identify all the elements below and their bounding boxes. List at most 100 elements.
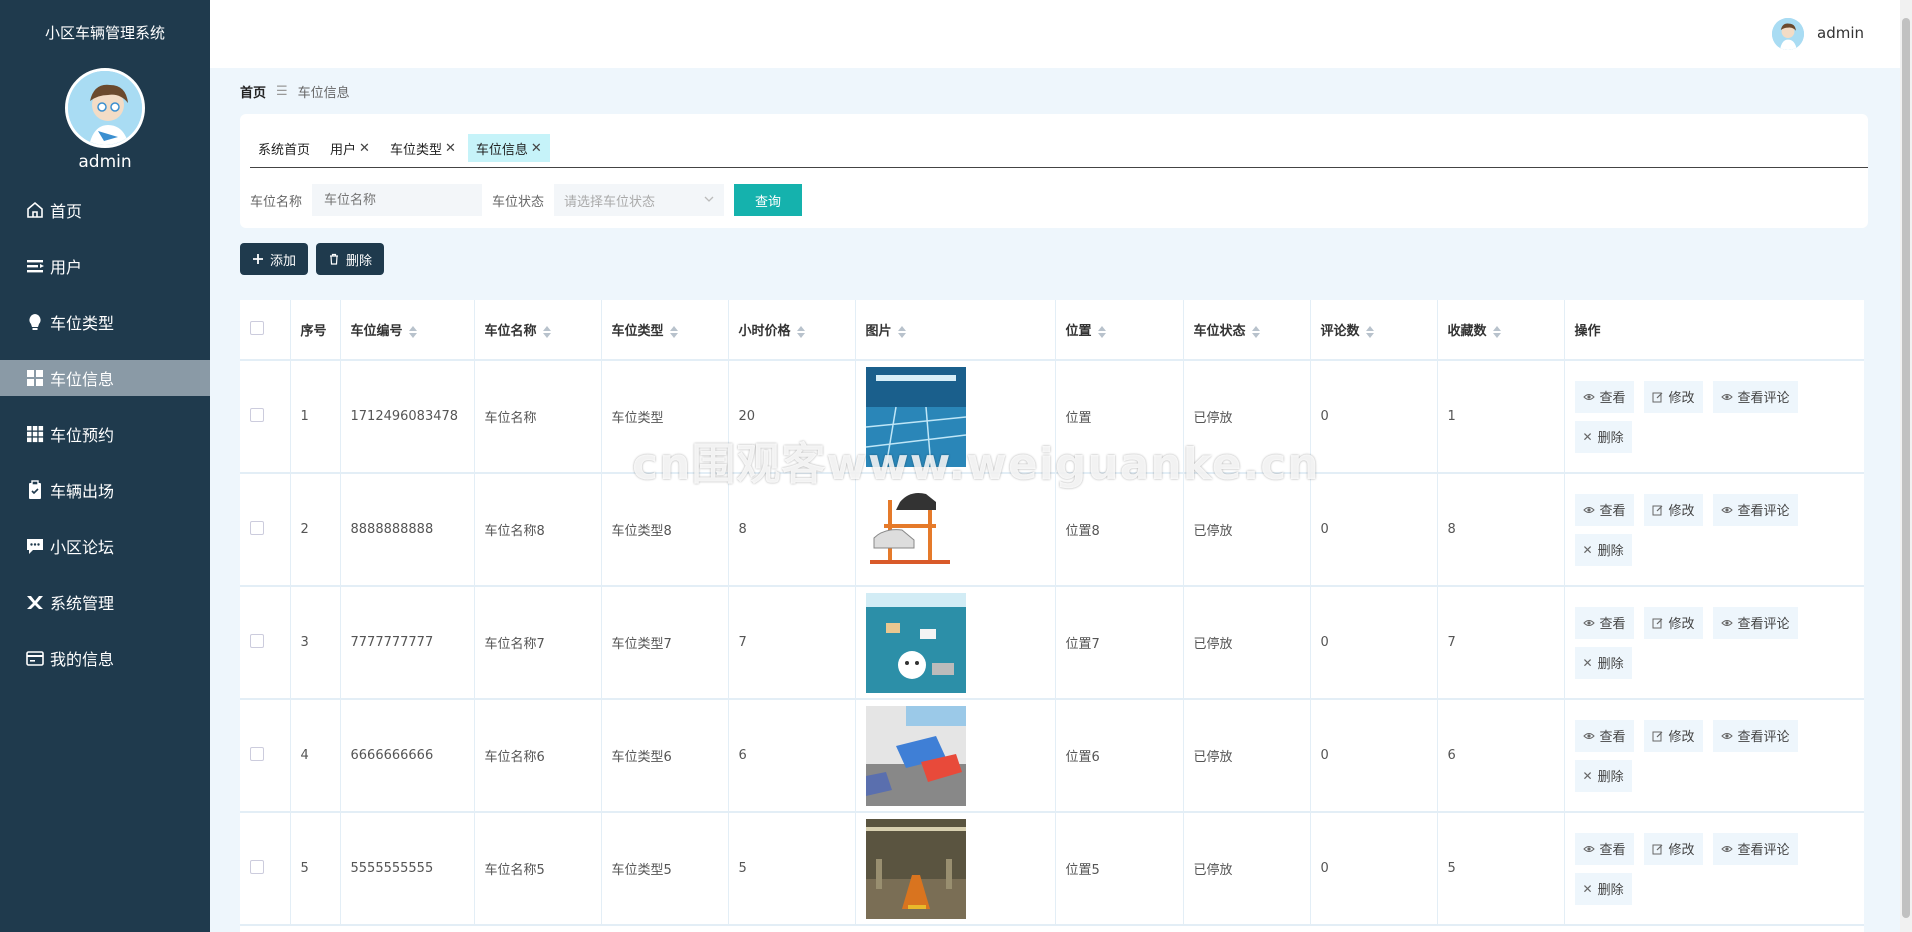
cell-price: 20 (728, 360, 856, 474)
parking-photo[interactable] (865, 479, 1045, 580)
delete-button[interactable]: 删除 (316, 243, 385, 275)
col-image[interactable]: 图片 (855, 300, 1056, 361)
clipboard-icon (24, 479, 46, 501)
delete-button-label: 删除 (346, 253, 373, 269)
sort-icon[interactable] (1097, 325, 1106, 338)
view-comments-button[interactable]: 查看评论 (1712, 832, 1798, 865)
sort-icon[interactable] (897, 325, 906, 338)
edit-button[interactable]: 修改 (1643, 380, 1703, 413)
sidebar-item-parking-info[interactable]: 车位信息 (0, 360, 210, 396)
select-all-checkbox[interactable] (250, 320, 264, 335)
chevron-down-icon (704, 193, 714, 208)
col-price[interactable]: 小时价格 (728, 300, 856, 361)
row-actions: 查看 修改 查看评论 ✕ 删除 (1574, 603, 1855, 683)
row-checkbox[interactable] (250, 633, 264, 648)
parking-photo[interactable] (865, 818, 1045, 919)
col-price-label: 小时价格 (738, 324, 791, 339)
sort-icon[interactable] (1492, 325, 1501, 338)
row-delete-button[interactable]: ✕ 删除 (1574, 533, 1632, 566)
edit-button[interactable]: 修改 (1643, 493, 1703, 526)
view-button[interactable]: 查看 (1574, 832, 1634, 865)
row-checkbox[interactable] (250, 746, 264, 761)
sort-icon[interactable] (1251, 325, 1260, 338)
sidebar-item-label: 车位预约 (50, 426, 115, 445)
parking-photo[interactable] (865, 592, 1045, 693)
query-button[interactable]: 查询 (734, 184, 803, 216)
cell-favorites: 5 (1437, 812, 1565, 926)
sidebar-item-system[interactable]: 系统管理 (0, 584, 210, 620)
sort-icon[interactable] (542, 325, 551, 338)
col-code[interactable]: 车位编号 (340, 300, 475, 361)
edit-button[interactable]: 修改 (1643, 832, 1703, 865)
col-comments[interactable]: 评论数 (1310, 300, 1438, 361)
view-button[interactable]: 查看 (1574, 719, 1634, 752)
header-username[interactable]: admin (1817, 24, 1864, 42)
parking-photo[interactable] (865, 366, 1045, 467)
cell-comments: 0 (1310, 586, 1438, 700)
cell-favorites: 6 (1437, 699, 1565, 813)
sort-icon[interactable] (669, 325, 678, 338)
breadcrumb-home[interactable]: 首页 (240, 82, 266, 101)
col-location[interactable]: 位置 (1055, 300, 1184, 361)
row-delete-button[interactable]: ✕ 删除 (1574, 420, 1632, 453)
view-comments-button[interactable]: 查看评论 (1712, 493, 1798, 526)
col-type[interactable]: 车位类型 (601, 300, 729, 361)
grid-icon (24, 367, 46, 389)
col-favorites[interactable]: 收藏数 (1437, 300, 1565, 361)
tab-parking-type[interactable]: 车位类型 ✕ (382, 134, 464, 162)
view-button[interactable]: 查看 (1574, 606, 1634, 639)
row-delete-button[interactable]: ✕ 删除 (1574, 759, 1632, 792)
sort-icon[interactable] (408, 325, 417, 338)
view-comments-button[interactable]: 查看评论 (1712, 606, 1798, 639)
view-comments-button[interactable]: 查看评论 (1712, 719, 1798, 752)
tab-users[interactable]: 用户 ✕ (322, 134, 378, 162)
sidebar-item-forum[interactable]: 小区论坛 (0, 528, 210, 564)
sidebar-item-users[interactable]: 用户 (0, 248, 210, 284)
view-comments-button[interactable]: 查看评论 (1712, 380, 1798, 413)
page-scrollbar[interactable] (1900, 0, 1912, 932)
avatar[interactable] (65, 68, 145, 148)
tab-system-home[interactable]: 系统首页 (250, 134, 318, 162)
tab-parking-info[interactable]: 车位信息 ✕ (467, 134, 550, 162)
cell-location: 位置 (1055, 360, 1184, 474)
cell-name: 车位名称8 (474, 473, 602, 587)
sort-icon[interactable] (1365, 325, 1374, 338)
sidebar-item-my-info[interactable]: 我的信息 (0, 640, 210, 676)
edit-button[interactable]: 修改 (1643, 719, 1703, 752)
close-icon: ✕ (1582, 655, 1593, 670)
close-icon[interactable]: ✕ (445, 141, 456, 156)
row-delete-label: 删除 (1597, 431, 1624, 446)
edit-button[interactable]: 修改 (1643, 606, 1703, 639)
view-comments-label: 查看评论 (1737, 730, 1790, 745)
row-checkbox[interactable] (250, 407, 264, 422)
sort-icon[interactable] (796, 325, 805, 338)
sidebar-item-home[interactable]: 首页 (0, 192, 210, 228)
parking-name-input[interactable] (312, 184, 483, 216)
tab-label: 车位类型 (389, 142, 442, 158)
sidebar-item-parking-type[interactable]: 车位类型 (0, 304, 210, 340)
cell-comments: 0 (1310, 360, 1438, 474)
close-icon[interactable]: ✕ (531, 141, 542, 156)
cell-name: 车位名称7 (474, 586, 602, 700)
cell-code: 8888888888 (340, 473, 475, 587)
sidebar-item-vehicle-exit[interactable]: 车辆出场 (0, 472, 210, 508)
tab-label: 用户 (330, 142, 357, 158)
scrollbar-thumb[interactable] (1902, 18, 1910, 918)
row-delete-button[interactable]: ✕ 删除 (1574, 872, 1632, 905)
col-status[interactable]: 车位状态 (1183, 300, 1311, 361)
sidebar-item-reservation[interactable]: 车位预约 (0, 416, 210, 452)
col-name[interactable]: 车位名称 (474, 300, 602, 361)
row-delete-button[interactable]: ✕ 删除 (1574, 646, 1632, 679)
add-button[interactable]: 添加 (240, 243, 309, 275)
table-header-row: 序号 车位编号 车位名称 车位类型 小时价格 图片 位置 车位状态 评论数 收藏… (240, 300, 1864, 361)
parking-status-select[interactable]: 请选择车位状态 (554, 184, 725, 216)
parking-photo[interactable] (865, 705, 1045, 806)
view-button[interactable]: 查看 (1574, 380, 1634, 413)
cell-index: 3 (290, 586, 341, 700)
col-ops-label: 操作 (1574, 324, 1601, 339)
row-checkbox[interactable] (250, 520, 264, 535)
row-checkbox[interactable] (250, 859, 264, 874)
close-icon[interactable]: ✕ (359, 141, 370, 156)
view-button[interactable]: 查看 (1574, 493, 1634, 526)
header-avatar[interactable] (1772, 18, 1804, 50)
